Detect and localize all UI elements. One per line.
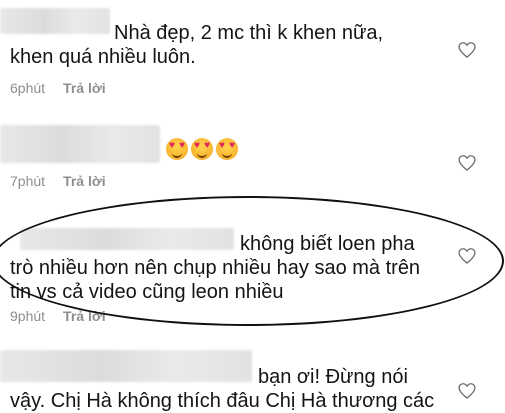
comment-meta: 6phút Trả lời [10, 80, 106, 96]
emoji-row [166, 138, 241, 160]
comment-text: trò nhiều hơn nên chụp nhiều hay sao mà … [10, 257, 421, 279]
heart-eyes-emoji [216, 138, 238, 160]
redacted-username [20, 228, 234, 250]
comment-meta: 7phút Trả lời [10, 173, 106, 189]
heart-outline-icon[interactable] [457, 153, 477, 173]
comment-time: 6phút [10, 80, 46, 96]
comment-text: tin vs cả video cũng leon nhiều [10, 281, 284, 303]
reply-button[interactable]: Trả lời [63, 173, 106, 189]
heart-outline-icon[interactable] [457, 381, 477, 401]
heart-outline-icon[interactable] [457, 40, 477, 60]
comment-text: Nhà đẹp, 2 mc thì k khen nữa, [114, 22, 384, 44]
redacted-username [0, 8, 110, 34]
comment-text: khen quá nhiều luôn. [10, 46, 196, 68]
reply-button[interactable]: Trả lời [63, 80, 106, 96]
reply-button[interactable]: Trả lời [63, 308, 106, 324]
heart-eyes-emoji [166, 138, 188, 160]
comment-time: 7phút [10, 173, 46, 189]
comment-text: không biết loen pha [240, 233, 415, 255]
comment-text: vậy. Chị Hà không thích đâu Chị Hà thươn… [10, 390, 435, 412]
redacted-username [0, 125, 160, 163]
heart-outline-icon[interactable] [457, 246, 477, 266]
comment-meta: 9phút Trả lời [10, 308, 106, 324]
comment-time: 9phút [10, 308, 46, 324]
comment-text: bạn ơi! Đừng nói [258, 366, 408, 388]
heart-eyes-emoji [191, 138, 213, 160]
redacted-username [0, 350, 252, 382]
